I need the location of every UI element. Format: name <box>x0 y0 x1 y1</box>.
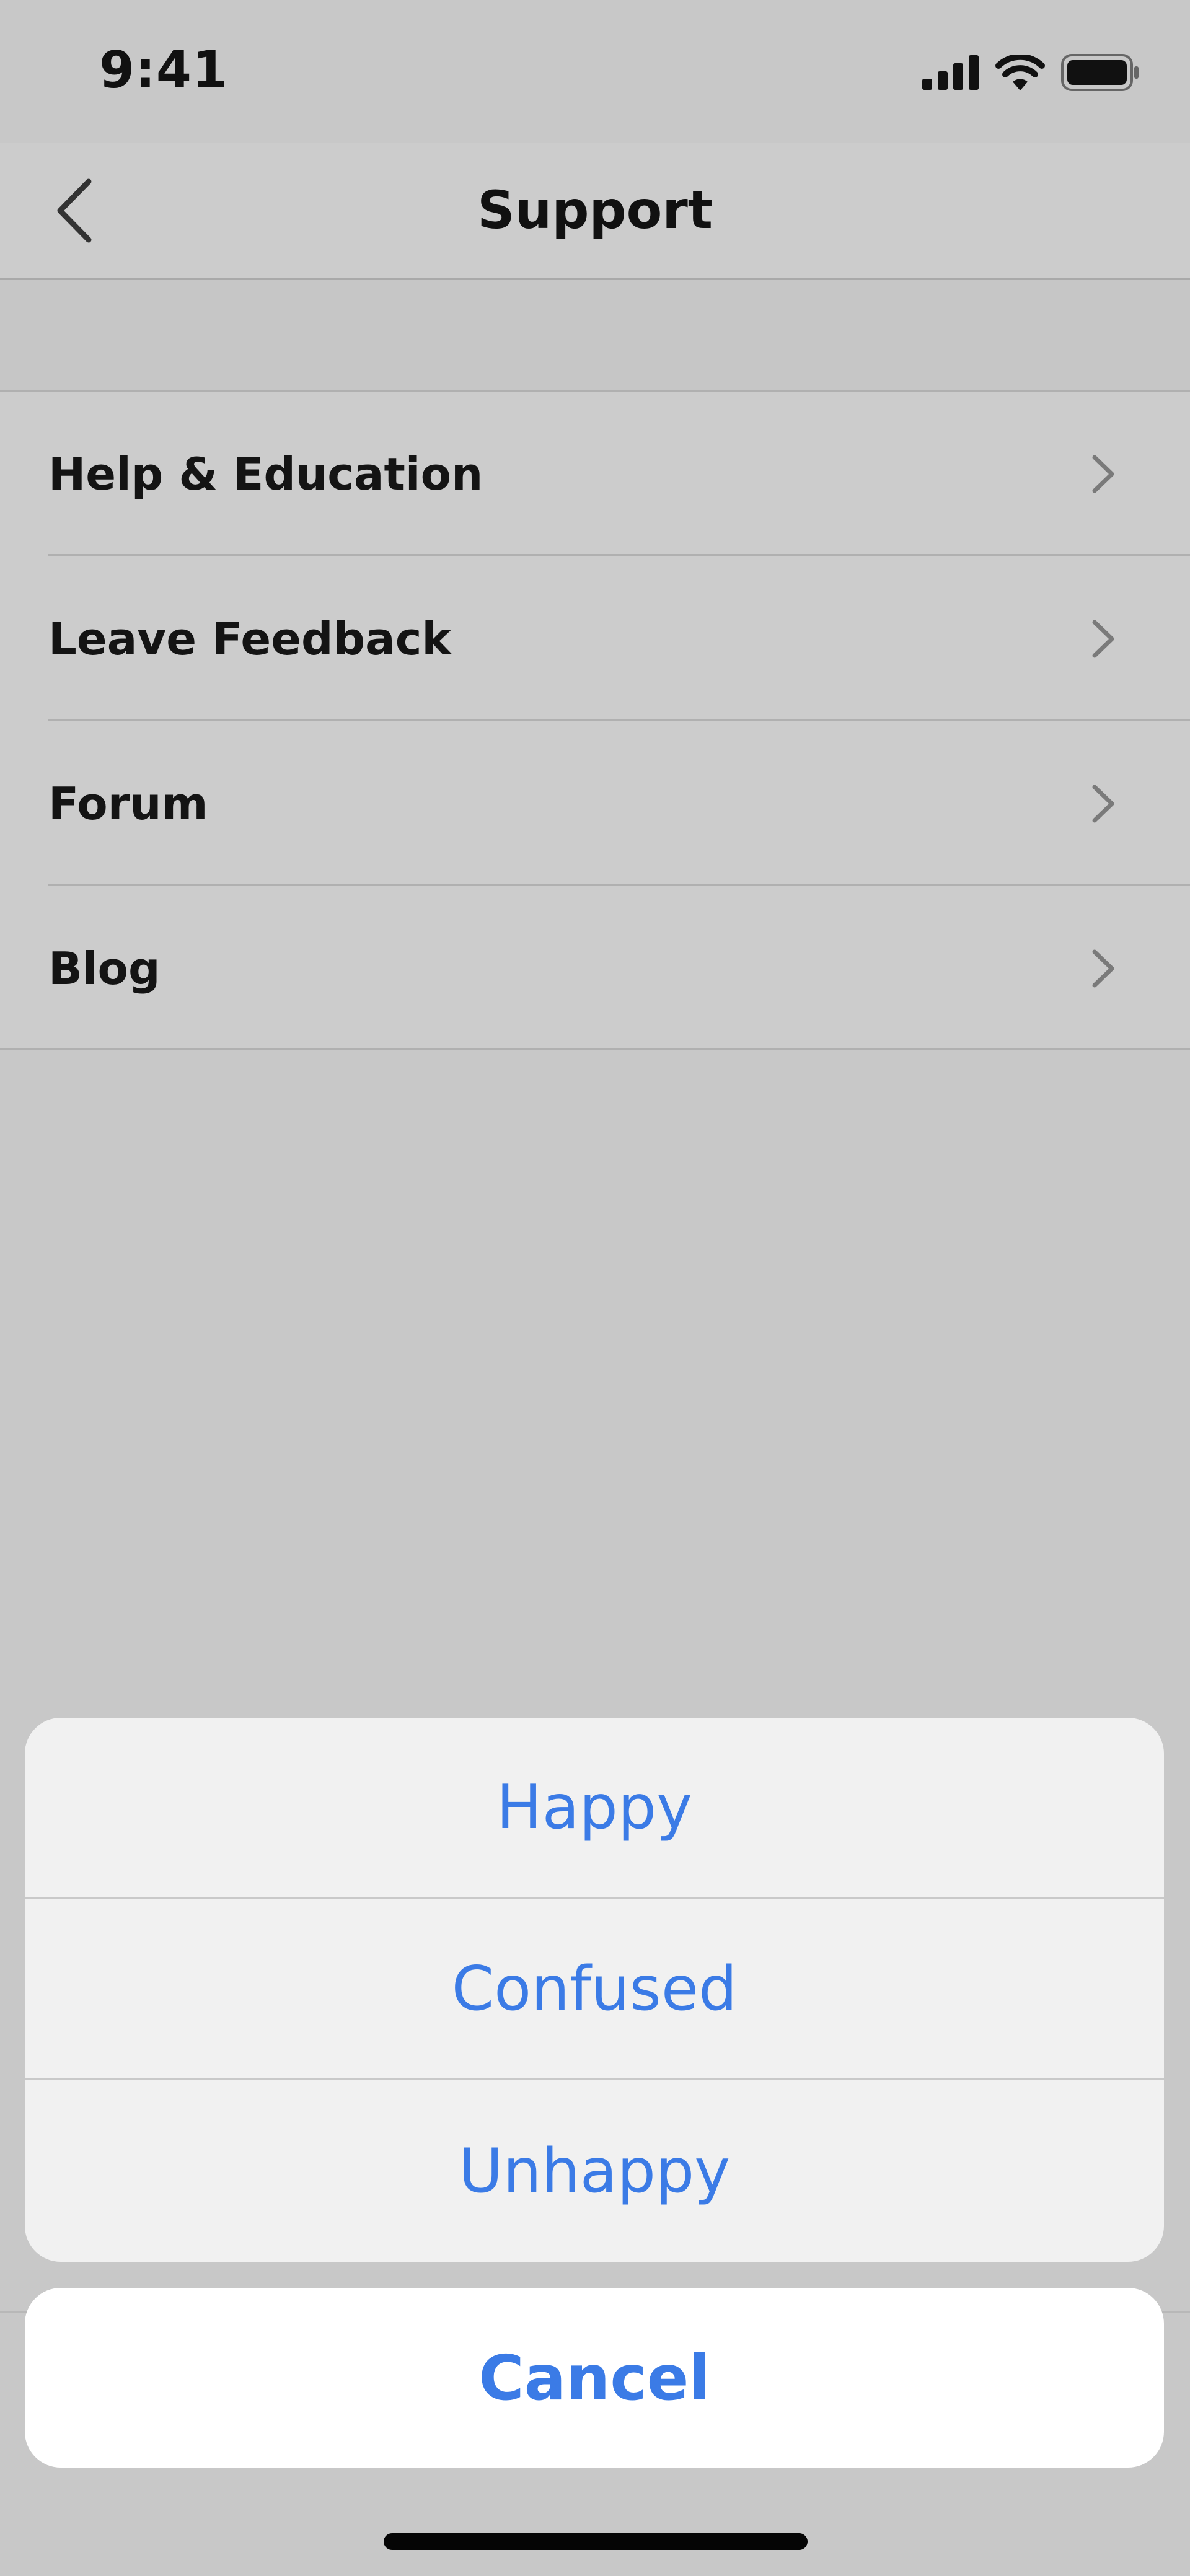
menu-item-label: Blog <box>48 943 161 995</box>
menu-item-label: Forum <box>48 778 208 830</box>
option-confused-button[interactable]: Confused <box>25 1899 1164 2080</box>
navigation-bar: Support <box>0 143 1190 280</box>
page-title: Support <box>477 180 713 240</box>
feedback-action-sheet: Happy Confused Unhappy <box>25 1718 1164 2262</box>
status-bar: 9:41 <box>0 0 1190 143</box>
status-time: 9:41 <box>99 41 228 100</box>
cellular-signal-icon <box>922 55 979 90</box>
chevron-right-icon <box>1092 455 1114 493</box>
status-icons <box>922 51 1140 94</box>
section-spacer <box>0 280 1190 390</box>
menu-item-leave-feedback[interactable]: Leave Feedback <box>48 557 1190 721</box>
menu-item-blog[interactable]: Blog <box>48 887 1190 1050</box>
cancel-button[interactable]: Cancel <box>25 2288 1164 2468</box>
menu-item-help-education[interactable]: Help & Education <box>48 392 1190 556</box>
battery-icon <box>1061 54 1139 91</box>
menu-item-label: Help & Education <box>48 448 483 500</box>
chevron-right-icon <box>1092 620 1114 658</box>
home-indicator[interactable] <box>384 2533 808 2550</box>
menu-item-label: Leave Feedback <box>48 613 452 665</box>
option-unhappy-button[interactable]: Unhappy <box>25 2081 1164 2262</box>
chevron-right-icon <box>1092 949 1114 988</box>
support-menu-list: Help & Education Leave Feedback Forum Bl… <box>0 390 1190 1050</box>
option-happy-button[interactable]: Happy <box>25 1718 1164 1899</box>
wifi-icon <box>995 55 1045 90</box>
chevron-right-icon <box>1092 785 1114 823</box>
menu-item-forum[interactable]: Forum <box>48 722 1190 886</box>
